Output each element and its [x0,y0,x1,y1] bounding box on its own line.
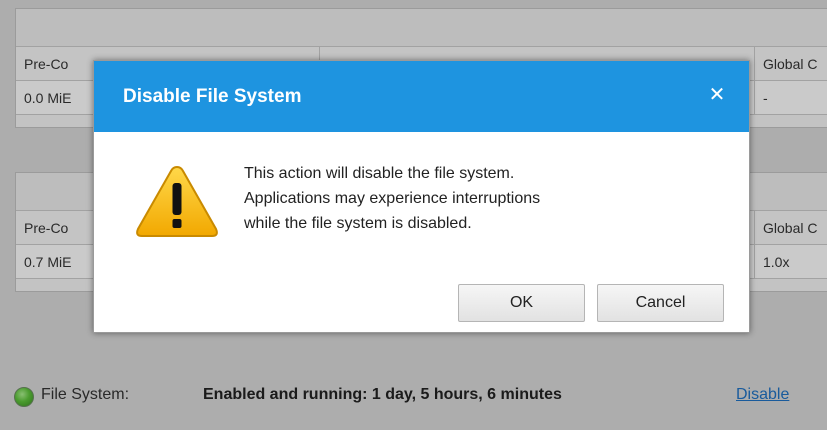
close-icon[interactable]: ✕ [707,85,727,105]
dialog-message-line: Applications may experience interruption… [244,190,541,207]
page: Pre-Co Global C 0.0 MiE - Pre-Co Global … [0,0,827,430]
dialog-body: This action will disable the file system… [94,132,749,334]
cancel-button[interactable]: Cancel [597,284,724,322]
dialog-title: Disable File System [123,85,302,107]
dialog-message-line: while the file system is disabled. [244,215,472,232]
ok-button[interactable]: OK [458,284,585,322]
dialog-titlebar: Disable File System ✕ [94,61,749,132]
dialog-message-line: This action will disable the file system… [244,165,515,182]
dialog-message: This action will disable the file system… [244,161,540,236]
disable-file-system-dialog: Disable File System ✕ This action will d… [93,60,750,333]
warning-icon [136,165,218,237]
